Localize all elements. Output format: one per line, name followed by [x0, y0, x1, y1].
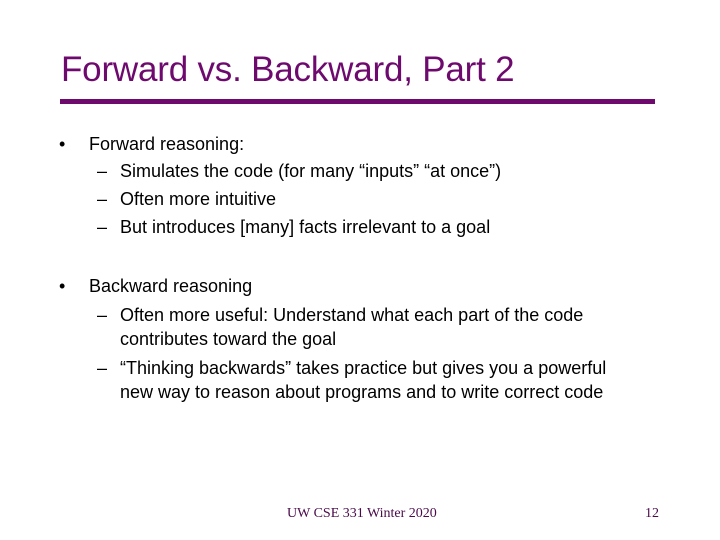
dash-marker: –: [97, 358, 108, 378]
title-divider: [60, 99, 655, 104]
subitem-text: Often more useful: Understand what each …: [120, 305, 584, 349]
bullet-marker: •: [59, 134, 66, 154]
bullet-text: Backward reasoning: [89, 276, 253, 296]
subitem-text: But introduces [many] facts irrelevant t…: [120, 217, 491, 237]
bullet-marker: •: [59, 276, 66, 296]
bullet-text: Forward reasoning:: [89, 134, 245, 154]
subitem-text: Simulates the code (for many “inputs” “a…: [120, 161, 502, 181]
slide-title: Forward vs. Backward, Part 2: [61, 50, 515, 89]
slide: Forward vs. Backward, Part 2 • Forward r…: [0, 0, 720, 540]
dash-marker: –: [97, 217, 108, 237]
subitem-text: “Thinking backwards” takes practice but …: [120, 358, 607, 402]
dash-marker: –: [97, 305, 108, 325]
subitem-text: Often more intuitive: [120, 189, 277, 209]
dash-marker: –: [97, 161, 108, 181]
footer-course: UW CSE 331 Winter 2020: [287, 506, 437, 521]
dash-marker: –: [97, 189, 108, 209]
page-number: 12: [645, 506, 659, 521]
